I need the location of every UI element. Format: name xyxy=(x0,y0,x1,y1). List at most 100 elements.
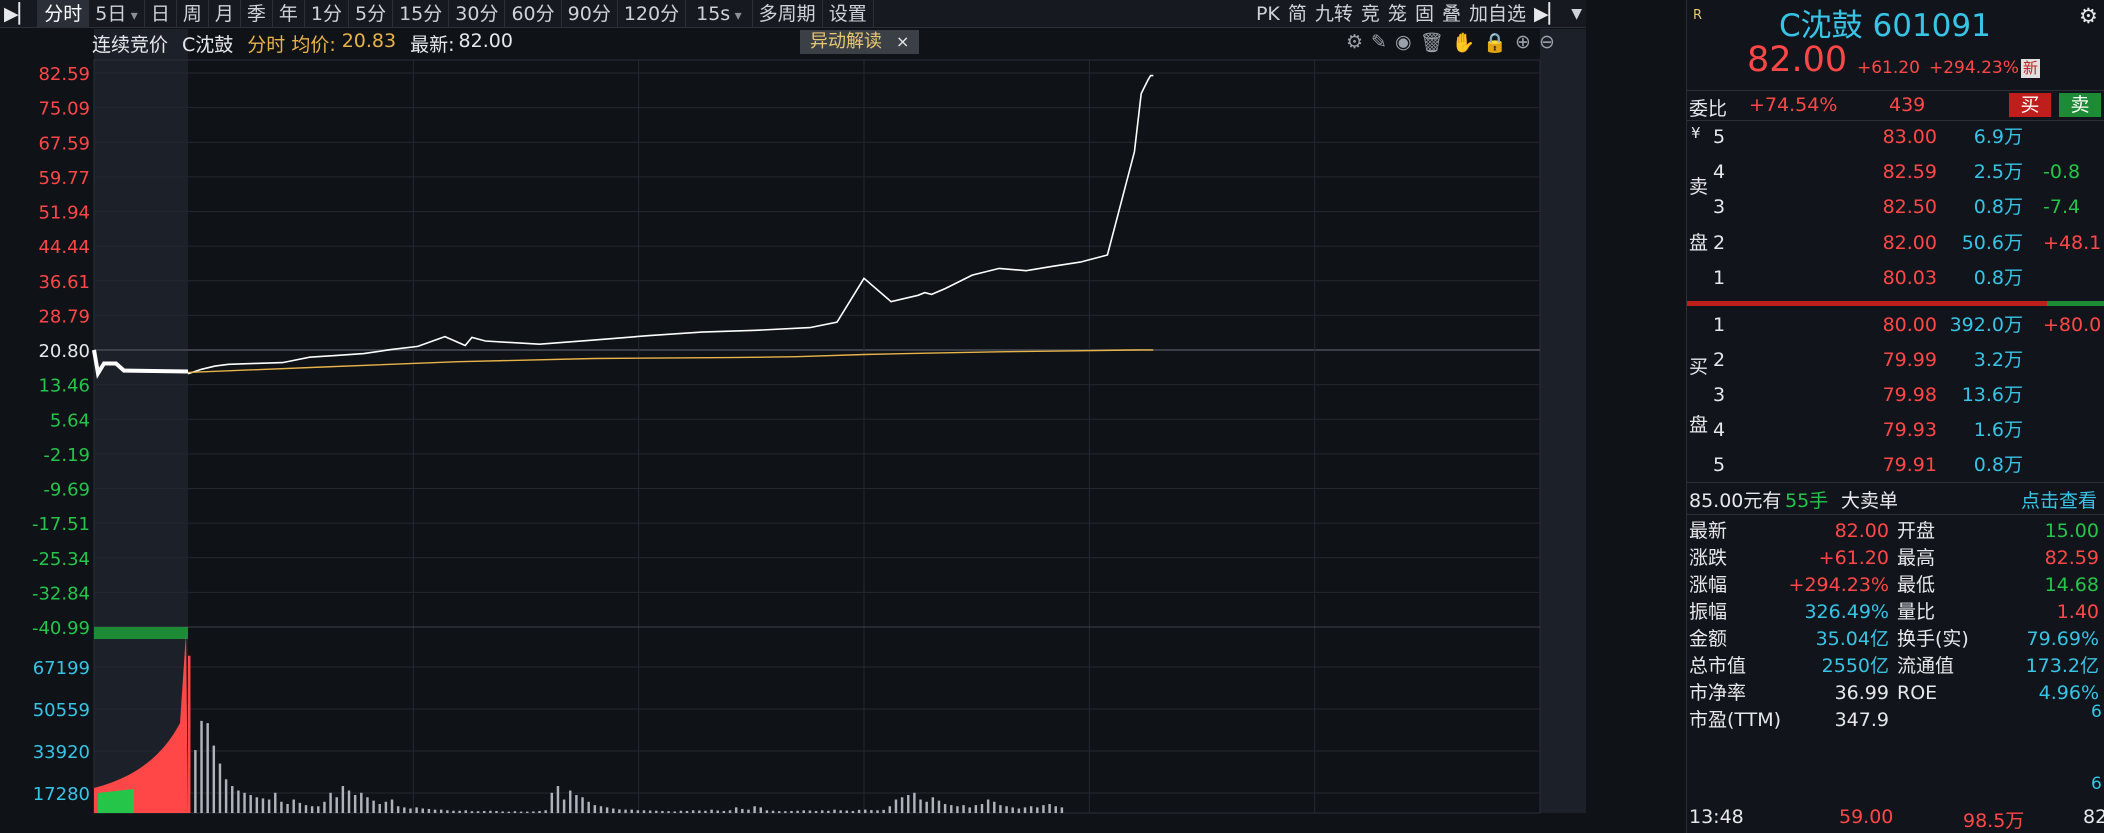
webi-value: +74.54% xyxy=(1749,94,1838,116)
volume-bar xyxy=(1029,806,1033,813)
tab-1min[interactable]: 1分 xyxy=(305,0,349,28)
volume-bar xyxy=(421,808,424,813)
tab-5day[interactable]: 5日 xyxy=(89,0,145,28)
bid-row[interactable]: 2 79.99 3.2万 xyxy=(1687,347,2104,373)
fixed-button[interactable]: 固 xyxy=(1411,0,1438,28)
volume-bar xyxy=(624,809,627,813)
volume-bar xyxy=(292,799,295,813)
volume-tick-label: 67199 xyxy=(33,658,90,679)
bid-price: 79.98 xyxy=(1882,384,1937,406)
volume-bar xyxy=(323,801,326,813)
tab-month[interactable]: 月 xyxy=(209,0,241,28)
volume-bar xyxy=(980,804,984,813)
toolbar-play-icon[interactable]: ▶▏ xyxy=(0,0,39,28)
volume-bar xyxy=(255,797,259,813)
ask-row[interactable]: 3 82.50 0.8万 -7.4 xyxy=(1687,194,2104,220)
pk-button[interactable]: PK xyxy=(1252,0,1284,28)
volume-bar xyxy=(495,810,498,813)
volume-bar xyxy=(261,798,265,813)
tab-quarter[interactable]: 季 xyxy=(241,0,273,28)
ask-row[interactable]: 1 80.03 0.8万 xyxy=(1687,265,2104,291)
stat-value: +294.23% xyxy=(1788,574,1889,596)
intraday-chart[interactable]: 82.59297.07%75.09261.01%67.59224.96%59.7… xyxy=(0,29,1586,833)
tab-intraday[interactable]: 分时 xyxy=(38,0,90,28)
stat-value: 36.99 xyxy=(1834,682,1889,704)
cage-button[interactable]: 笼 xyxy=(1384,0,1411,28)
y-axis-tick-label: 75.09 xyxy=(38,99,90,120)
stat-label: 最新 xyxy=(1689,520,1728,542)
tab-week[interactable]: 周 xyxy=(177,0,209,28)
volume-bar xyxy=(206,723,209,813)
tab-year[interactable]: 年 xyxy=(273,0,305,28)
anomaly-interpretation-button[interactable]: 异动解读 × xyxy=(800,30,920,54)
bid-row[interactable]: 3 79.98 13.6万 xyxy=(1687,382,2104,408)
volume-bar xyxy=(691,810,695,813)
stat-row: 涨幅 +294.23% xyxy=(1687,572,1897,598)
stat-value: 35.04亿 xyxy=(1815,628,1889,650)
volume-bar xyxy=(200,720,203,813)
gear-icon[interactable]: ⚙ xyxy=(1346,31,1363,54)
volume-bar xyxy=(974,805,978,813)
hand-icon[interactable]: ✋ xyxy=(1452,31,1476,54)
tab-5min[interactable]: 5分 xyxy=(349,0,394,28)
volume-bar xyxy=(655,810,658,813)
volume-tick-label: 50559 xyxy=(33,700,90,721)
add-watchlist-button[interactable]: 加自选 xyxy=(1465,0,1530,28)
zoom-in-icon[interactable]: ⊕ xyxy=(1515,31,1531,54)
divider xyxy=(1687,120,2104,121)
y-axis-tick-label: 51.94 xyxy=(38,203,90,224)
volume-bar xyxy=(722,810,726,813)
bid-row[interactable]: 5 79.91 0.8万 xyxy=(1687,452,2104,478)
y-axis-tick-label: -32.84 xyxy=(32,583,90,604)
lock-icon[interactable]: 🔒 xyxy=(1483,31,1507,54)
ask-row[interactable]: 5 83.00 6.9万 xyxy=(1687,124,2104,150)
view-big-orders-link[interactable]: 点击查看 xyxy=(2021,486,2097,513)
volume-bar xyxy=(950,805,953,813)
close-icon[interactable]: × xyxy=(896,32,909,51)
simple-button[interactable]: 简 xyxy=(1284,0,1311,28)
overlay-button[interactable]: 叠 xyxy=(1438,0,1465,28)
bid-row[interactable]: 1 80.00 392.0万 +80.0 xyxy=(1687,312,2104,338)
volume-bar xyxy=(439,809,443,813)
tab-15s[interactable]: 15s xyxy=(686,0,753,28)
volume-bar xyxy=(378,804,381,813)
settings-button[interactable]: 设置 xyxy=(823,0,874,28)
intraday-chart-area[interactable]: 82.59297.07%75.09261.01%67.59224.96%59.7… xyxy=(0,29,1586,833)
sell-button[interactable]: 卖 xyxy=(2059,93,2101,117)
tab-day[interactable]: 日 xyxy=(145,0,177,28)
bid-price: 79.91 xyxy=(1882,454,1937,476)
ask-level: 3 xyxy=(1713,196,1726,218)
latest-value: 82.00 xyxy=(458,29,513,52)
ask-row[interactable]: 2 82.00 50.6万 +48.1 xyxy=(1687,230,2104,256)
eye-icon[interactable]: ◉ xyxy=(1395,31,1412,54)
volume-bar xyxy=(790,810,793,813)
volume-bar xyxy=(544,810,547,813)
volume-bar xyxy=(298,802,302,813)
quote-panel: R C沈鼓 601091 ⚙ 82.00 +61.20 +294.23% 新 委… xyxy=(1686,0,2104,833)
multi-period-button[interactable]: 多周期 xyxy=(753,0,823,28)
y-axis-tick-label: 5.64 xyxy=(50,410,90,431)
gear-icon[interactable]: ⚙ xyxy=(2079,4,2098,28)
tab-120min[interactable]: 120分 xyxy=(618,0,687,28)
pen-icon[interactable]: ✎ xyxy=(1371,31,1387,54)
volume-bar xyxy=(188,655,191,813)
ask-row[interactable]: 4 82.59 2.5万 -0.8 xyxy=(1687,159,2104,185)
tab-90min[interactable]: 90分 xyxy=(562,0,618,28)
bid-level: 2 xyxy=(1713,349,1726,371)
tab-30min[interactable]: 30分 xyxy=(449,0,506,28)
volume-bar xyxy=(329,792,332,813)
toolbar-dropdown-icon[interactable]: ▼ xyxy=(1567,0,1586,28)
volume-bar xyxy=(802,810,806,813)
tab-15min[interactable]: 15分 xyxy=(393,0,450,28)
nine-turn-button[interactable]: 九转 xyxy=(1311,0,1357,28)
trash-icon[interactable]: 🗑 xyxy=(1420,31,1444,54)
zoom-out-icon[interactable]: ⊖ xyxy=(1539,31,1555,54)
tab-60min[interactable]: 60分 xyxy=(505,0,562,28)
volume-bar xyxy=(1017,808,1021,813)
volume-bar xyxy=(396,806,400,813)
volume-tick-label: 33920 xyxy=(33,742,90,763)
buy-button[interactable]: 买 xyxy=(2009,93,2051,117)
auction-button[interactable]: 竞 xyxy=(1357,0,1384,28)
bid-row[interactable]: 4 79.93 1.6万 xyxy=(1687,417,2104,443)
collapse-panel-icon[interactable]: ▶▏ xyxy=(1530,0,1567,28)
